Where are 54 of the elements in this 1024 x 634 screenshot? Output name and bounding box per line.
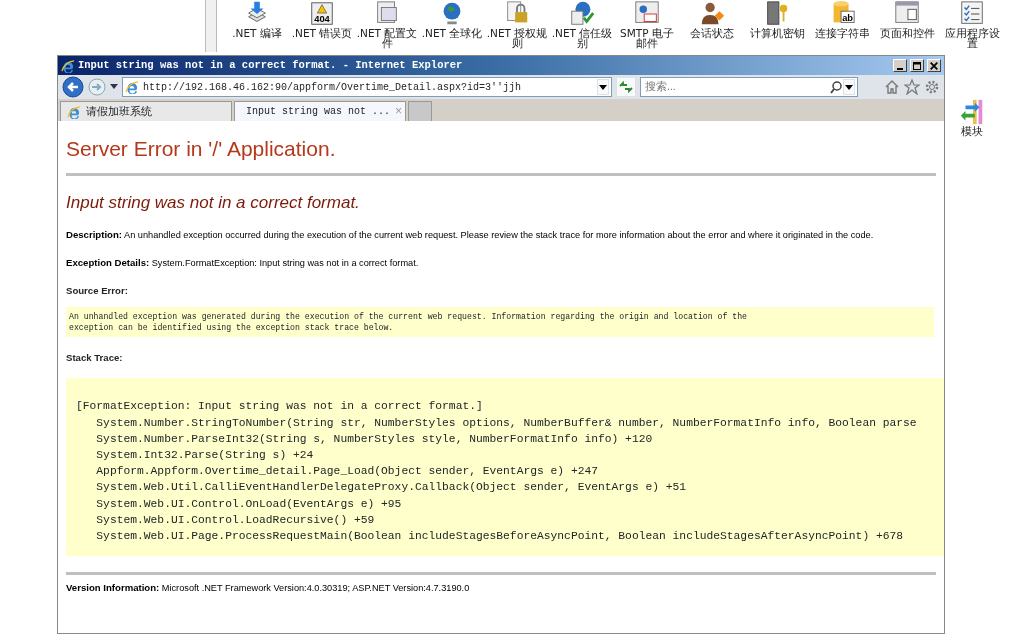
feature-label[interactable]: 连接字符串: [814, 28, 870, 38]
code-line: [FormatException: Input string was not in a correct format.]: [76, 399, 484, 415]
section-label: Source Error:: [66, 283, 129, 298]
window-title: Input string was not in a correct format. - Internet Explorer: [78, 57, 463, 73]
code-line: exception can be identified using the exception stack trace below.: [69, 322, 395, 333]
code-line: System.Web.UI.Control.LoadRecursive() +59: [95, 512, 376, 528]
close-icon: [930, 61, 938, 70]
feature-label[interactable]: 模块: [961, 126, 983, 136]
search-box[interactable]: 搜索...: [640, 77, 858, 97]
maximize-icon: [913, 61, 921, 70]
exception-details-text: Exception Details: System.FormatException: Input string was not in a correct format.: [66, 255, 420, 270]
dropdown-button[interactable]: [597, 79, 609, 95]
feature-label[interactable]: .NET 错误页: [291, 28, 353, 38]
feature-label[interactable]: .NET 授权规则: [486, 28, 548, 48]
code-line: System.Web.UI.Control.OnLoad(EventArgs e) +95: [95, 496, 403, 512]
maximize-button[interactable]: [910, 59, 924, 72]
code-line: System.Int32.Parse(String s) +24: [95, 448, 315, 463]
search-icon: [829, 80, 843, 94]
code-line: System.Web.Util.CalliEventHandlerDelegateProxy.Callback(Object sender, EventArgs e) +51: [95, 480, 688, 496]
dropdown-arrow-icon: [110, 84, 118, 90]
refresh-button[interactable]: [616, 77, 636, 97]
feature-label[interactable]: .NET 全球化: [421, 28, 483, 38]
address-bar[interactable]: http://192.168.46.162:90/appform/Overtime_Detail.aspx?id=3''jjh: [122, 77, 612, 97]
star-icon: [904, 79, 920, 95]
feature-label[interactable]: 会话状态: [690, 28, 734, 38]
code-line: System.Number.ParseInt32(String s, NumberStyles style, NumberFormatInfo info) +120: [95, 431, 654, 447]
feature-label[interactable]: 计算机密钥: [749, 28, 805, 38]
page-heading: Server Error in '/' Application.: [66, 136, 337, 162]
description-text: Description: An unhandled exception occurred during the execution of the current web request. Please review the stack trace for more information about the error and where it originated in the code.: [66, 228, 875, 242]
code-line: Appform.Appform.Overtime_detail.Page_Load(Object sender, EventArgs e) +247: [95, 464, 599, 480]
code-line: System.Number.StringToNumber(String str, NumberStyles options, NumberBuffer& number, NumberFormatInfo info, Boolean parse: [95, 415, 918, 431]
error-title: Input string was not in a correct format.: [66, 191, 361, 214]
feature-label[interactable]: 应用程序设置: [941, 28, 1003, 48]
browser-tab[interactable]: 请假加班系统: [60, 101, 232, 121]
close-button[interactable]: [927, 59, 941, 72]
browser-logo-icon: [61, 58, 75, 73]
feature-label[interactable]: .NET 配置文件: [356, 28, 418, 48]
feature-label[interactable]: .NET 编译: [232, 28, 282, 38]
code-line: An unhandled exception was generated during the execution of the current web request. Information regarding the origin and location of the: [69, 311, 749, 322]
dropdown-button[interactable]: [843, 79, 855, 95]
feature-label[interactable]: SMTP 电子邮件: [616, 28, 678, 48]
minimize-icon: [897, 67, 903, 70]
browser-tab[interactable]: Input string was not ... ×: [234, 101, 406, 121]
home-icon: [884, 79, 900, 95]
code-line: System.Web.UI.Page.ProcessRequestMain(Boolean includeStagesBeforeAsyncPoint, Boolean includeStagesAfterAsyncPoint) +678: [95, 529, 905, 544]
settings-icon: [924, 79, 940, 95]
page-icon: [125, 80, 139, 94]
feature-label[interactable]: .NET 信任级别: [551, 28, 613, 48]
minimize-button[interactable]: [893, 59, 907, 72]
version-info-text: Version Information: Microsoft .NET Framework Version:4.0.30319; ASP.NET Version:4.7.3190.0: [66, 581, 471, 596]
feature-label[interactable]: 页面和控件: [879, 28, 935, 38]
back-button[interactable]: [62, 76, 84, 98]
page-icon: [67, 104, 81, 119]
section-label: Stack Trace:: [66, 351, 124, 365]
